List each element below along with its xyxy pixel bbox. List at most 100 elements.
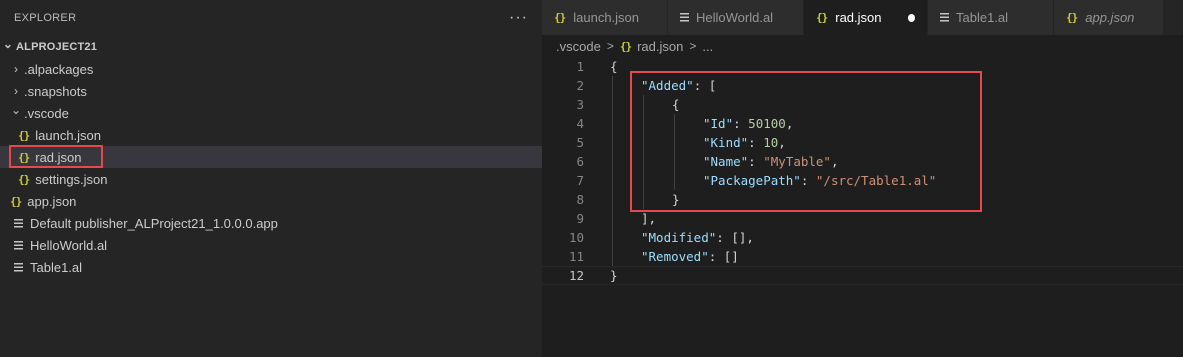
indent-guide xyxy=(612,247,613,266)
chevron-down-icon: ⌄ xyxy=(2,37,14,51)
indent-guide xyxy=(612,209,613,228)
code-text: ], xyxy=(641,211,657,226)
code-line[interactable]: 8 } xyxy=(542,190,1183,209)
json-file-icon: {} xyxy=(18,172,30,186)
lines-file-icon xyxy=(680,13,690,22)
code-text: "Name": "MyTable", xyxy=(703,154,839,169)
indent-guide xyxy=(643,190,644,209)
json-file-icon: {} xyxy=(10,194,22,208)
code-text: { xyxy=(610,59,618,74)
code-text: "Removed": [] xyxy=(641,249,739,264)
indent-guide xyxy=(643,171,644,190)
indent-guide xyxy=(612,171,613,190)
code-line[interactable]: 3 { xyxy=(542,95,1183,114)
project-root[interactable]: ⌄ ALPROJECT21 xyxy=(0,36,542,58)
json-file-icon: {} xyxy=(554,11,566,24)
tab-bar: {} launch.json HelloWorld.al {} rad.json… xyxy=(542,0,1183,35)
tab-label: Table1.al xyxy=(956,10,1009,25)
line-number: 6 xyxy=(576,154,584,169)
line-number: 3 xyxy=(576,97,584,112)
tree-item-label: Default publisher_ALProject21_1.0.0.0.ap… xyxy=(30,215,278,231)
code-line[interactable]: 10 "Modified": [], xyxy=(542,228,1183,247)
tab-label: rad.json xyxy=(835,10,882,25)
code-editor[interactable]: 1 { 2 "Added": [ 3 { 4 "Id": 50100, 5 "K… xyxy=(542,57,1183,285)
tree-item-app-package[interactable]: Default publisher_ALProject21_1.0.0.0.ap… xyxy=(0,212,542,234)
indent-guide xyxy=(674,152,675,171)
code-line[interactable]: 4 "Id": 50100, xyxy=(542,114,1183,133)
chevron-right-icon: › xyxy=(14,84,18,98)
more-actions-icon[interactable]: ··· xyxy=(509,10,528,26)
line-number: 11 xyxy=(568,249,584,264)
tree-item-settings-json[interactable]: {} settings.json xyxy=(0,168,542,190)
code-line[interactable]: 2 "Added": [ xyxy=(542,76,1183,95)
tree-item-label: Table1.al xyxy=(30,259,83,275)
code-text: } xyxy=(610,268,618,283)
tab-app-json[interactable]: {} app.json xyxy=(1054,0,1164,35)
line-number: 4 xyxy=(576,116,584,131)
code-text: "Added": [ xyxy=(641,78,717,93)
code-line[interactable]: 1 { xyxy=(542,57,1183,76)
tab-launch-json[interactable]: {} launch.json xyxy=(542,0,668,35)
json-file-icon: {} xyxy=(816,11,828,24)
unsaved-dot-icon[interactable] xyxy=(907,13,915,22)
lines-file-icon xyxy=(14,262,24,272)
indent-guide xyxy=(612,95,613,114)
line-number: 10 xyxy=(568,230,584,245)
line-number: 9 xyxy=(576,211,584,226)
breadcrumb-tail[interactable]: ... xyxy=(702,39,713,54)
tree-item-alpackages[interactable]: › .alpackages xyxy=(0,58,542,80)
breadcrumb: .vscode > {} rad.json > ... xyxy=(542,35,1183,57)
tab-label: HelloWorld.al xyxy=(696,10,774,25)
json-file-icon: {} xyxy=(619,39,632,53)
indent-guide xyxy=(643,95,644,114)
lines-file-icon xyxy=(14,240,24,250)
tree-item-table1-al[interactable]: Table1.al xyxy=(0,256,542,278)
tree-item-label: .snapshots xyxy=(24,83,87,99)
indent-guide xyxy=(612,152,613,171)
tree-item-vscode[interactable]: ⌄ .vscode xyxy=(0,102,542,124)
indent-guide xyxy=(674,171,675,190)
chevron-right-icon: › xyxy=(14,62,18,76)
indent-guide xyxy=(612,133,613,152)
indent-guide xyxy=(674,114,675,133)
tab-table1-al[interactable]: Table1.al xyxy=(928,0,1054,35)
code-text: "Modified": [], xyxy=(641,230,754,245)
code-text: "Id": 50100, xyxy=(703,116,794,131)
code-line[interactable]: 7 "PackagePath": "/src/Table1.al" xyxy=(542,171,1183,190)
breadcrumb-folder[interactable]: .vscode xyxy=(556,39,601,54)
code-text: "Kind": 10, xyxy=(703,135,786,150)
breadcrumb-file[interactable]: rad.json xyxy=(637,39,683,54)
lines-file-icon xyxy=(940,13,950,22)
tab-rad-json[interactable]: {} rad.json xyxy=(804,0,928,35)
indent-guide xyxy=(612,190,613,209)
code-line[interactable]: 9 ], xyxy=(542,209,1183,228)
tree-item-label: settings.json xyxy=(35,171,108,187)
code-line[interactable]: 6 "Name": "MyTable", xyxy=(542,152,1183,171)
tree-item-label: .vscode xyxy=(24,105,69,121)
code-line[interactable]: 11 "Removed": [] xyxy=(542,247,1183,266)
line-number: 5 xyxy=(576,135,584,150)
code-text: { xyxy=(672,97,680,112)
project-name: ALPROJECT21 xyxy=(16,41,98,53)
json-file-icon: {} xyxy=(18,150,30,164)
indent-guide xyxy=(643,133,644,152)
tree-item-label: rad.json xyxy=(35,149,82,165)
indent-guide xyxy=(612,114,613,133)
tree-item-launch-json[interactable]: {} launch.json xyxy=(0,124,542,146)
tree-item-helloworld-al[interactable]: HelloWorld.al xyxy=(0,234,542,256)
code-line[interactable]: 5 "Kind": 10, xyxy=(542,133,1183,152)
tree-item-rad-json[interactable]: {} rad.json xyxy=(0,146,542,168)
line-number: 12 xyxy=(568,268,584,283)
tree-item-label: HelloWorld.al xyxy=(30,237,108,253)
explorer-sidebar: EXPLORER ··· ⌄ ALPROJECT21 › .alpackages… xyxy=(0,0,542,357)
tab-helloworld-al[interactable]: HelloWorld.al xyxy=(668,0,804,35)
tree-item-label: launch.json xyxy=(35,127,102,143)
line-number: 7 xyxy=(576,173,584,188)
line-number: 8 xyxy=(576,192,584,207)
line-number: 1 xyxy=(576,59,584,74)
tree-item-app-json[interactable]: {} app.json xyxy=(0,190,542,212)
code-text: "PackagePath": "/src/Table1.al" xyxy=(703,173,937,188)
tree-item-label: .alpackages xyxy=(24,61,94,77)
code-line-current[interactable]: 12 } xyxy=(542,266,1183,285)
tree-item-snapshots[interactable]: › .snapshots xyxy=(0,80,542,102)
